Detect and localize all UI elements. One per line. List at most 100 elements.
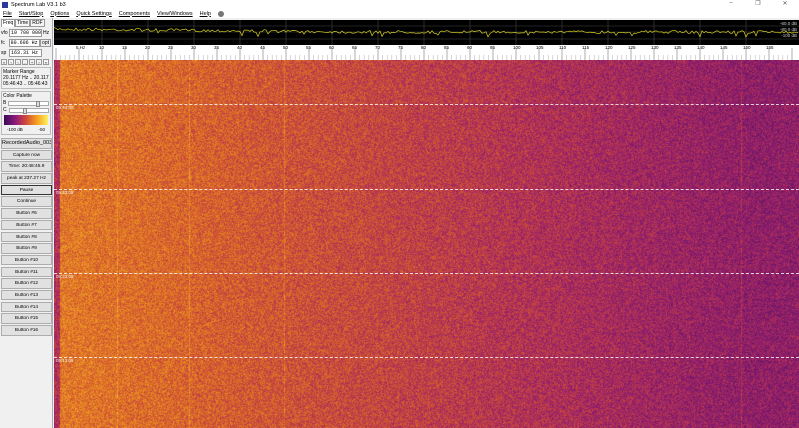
- button-button-13[interactable]: Button #13: [1, 289, 52, 301]
- button-time-20-48-45-9: Time: 20:48:45.9: [1, 161, 52, 172]
- time-gridline: [54, 189, 799, 190]
- ruler-label: 130: [651, 45, 659, 50]
- button-button-7[interactable]: Button #7: [1, 219, 52, 231]
- time-gridline: [54, 273, 799, 274]
- control-panel: Freq Time RDF vfo 10 700 000 Hz fc 80.606 H…: [0, 18, 53, 428]
- ruler-label: 80: [421, 45, 427, 50]
- button-button-11[interactable]: Button #11: [1, 266, 52, 278]
- menu-file[interactable]: File: [3, 11, 12, 17]
- app-icon: [2, 1, 8, 8]
- button-recordedaudio-003[interactable]: RecordedAudio_003.: [1, 138, 52, 149]
- title-bar: Spectrum Lab V3.1 b3 – ❐ ✕: [0, 0, 799, 9]
- spectrum-graph[interactable]: -60.0 dB -80.0 dB -100 dB: [53, 20, 799, 45]
- scroll-far-left-button[interactable]: «: [1, 59, 7, 65]
- button-capture-now[interactable]: Capture now: [1, 149, 52, 161]
- ruler-label: 120: [605, 45, 613, 50]
- step-left-button[interactable]: ‹: [15, 59, 21, 65]
- marker-range-group: Marker Range 20.1177 Hz .. 20.1177 H. 05…: [1, 67, 51, 89]
- button-pause[interactable]: Pause: [1, 184, 52, 196]
- vfo-input[interactable]: 10 700 000: [9, 29, 42, 37]
- ruler-label: 85: [444, 45, 450, 50]
- ruler-label: 90: [467, 45, 473, 50]
- button-button-9[interactable]: Button #9: [1, 243, 52, 254]
- button-button-6[interactable]: Button #6: [1, 208, 52, 219]
- menu-bar: File Start/Stop Options Quick Settings C…: [0, 9, 799, 18]
- ruler-label: 95: [490, 45, 496, 50]
- brightness-slider[interactable]: [8, 100, 49, 107]
- ruler-label: 110: [559, 45, 567, 50]
- tab-freq[interactable]: Freq: [1, 19, 16, 27]
- ruler-label: 55: [306, 45, 312, 50]
- ruler-label: 10: [99, 45, 105, 50]
- button-button-8[interactable]: Button #8: [1, 231, 52, 242]
- tab-time[interactable]: Time: [15, 19, 31, 27]
- palette-min-label: -100 dB: [7, 127, 23, 132]
- time-gridline: [54, 357, 799, 358]
- ruler-label: 115: [582, 45, 590, 50]
- button-button-16[interactable]: Button #16: [1, 325, 52, 336]
- brightness-label: B: [3, 100, 7, 106]
- menu-view-windows[interactable]: View/Windows: [157, 11, 193, 17]
- ruler-label: 135: [674, 45, 682, 50]
- ruler-label: 105: [536, 45, 544, 50]
- ruler-label: 140: [697, 45, 705, 50]
- ruler-label: 15: [122, 45, 128, 50]
- contrast-thumb[interactable]: [23, 107, 28, 114]
- ruler-label: 60: [329, 45, 335, 50]
- ruler-label: 30: [191, 45, 197, 50]
- opt-button[interactable]: opt: [40, 39, 51, 47]
- ruler-label: 75: [398, 45, 404, 50]
- minimize-button[interactable]: –: [720, 0, 742, 9]
- vfo-label: vfo: [1, 30, 8, 36]
- scroll-far-right-button[interactable]: »: [43, 59, 49, 65]
- menu-options[interactable]: Options: [50, 11, 69, 17]
- color-palette-title: Color Palette: [3, 93, 32, 99]
- ruler-label: 155: [766, 45, 774, 50]
- button-button-15[interactable]: Button #15: [1, 313, 52, 324]
- fc-input[interactable]: 80.606 Hz: [8, 39, 41, 47]
- menu-start-stop[interactable]: Start/Stop: [19, 11, 43, 17]
- menu-components[interactable]: Components: [119, 11, 150, 17]
- sp-input[interactable]: 163.31 Hz: [9, 49, 42, 57]
- menu-quick-settings[interactable]: Quick Settings: [76, 11, 111, 17]
- db-label-mid: -80.0 dB: [779, 27, 797, 32]
- zoom-in-button[interactable]: +: [29, 59, 35, 65]
- ruler-label: 100: [513, 45, 521, 50]
- ruler-label: 5 Hz: [76, 45, 86, 50]
- scroll-right-button[interactable]: ›: [36, 59, 42, 65]
- sp-label: sp: [1, 50, 7, 56]
- fc-label: fc: [1, 40, 5, 46]
- button-button-10[interactable]: Button #10: [1, 254, 52, 266]
- tab-rdf[interactable]: RDF: [30, 19, 45, 27]
- ruler-label: 40: [237, 45, 243, 50]
- waterfall-display[interactable]: [54, 60, 799, 428]
- marker-time-range: 05:46:43 .. 05:46:43: [3, 81, 48, 87]
- time-label: 05:23:08: [56, 274, 74, 279]
- ruler-label: 150: [743, 45, 751, 50]
- button-button-14[interactable]: Button #14: [1, 301, 52, 313]
- color-palette-group: Color Palette B C -100 dB -50: [1, 91, 51, 135]
- ruler-label: 25: [168, 45, 174, 50]
- ruler-label: 35: [214, 45, 220, 50]
- maximize-button[interactable]: ❐: [747, 0, 769, 9]
- db-label-top: -60.0 dB: [779, 21, 797, 26]
- zoom-out-button[interactable]: -: [22, 59, 28, 65]
- color-palette-bar: [4, 115, 48, 125]
- window-title: Spectrum Lab V3.1 b3: [11, 1, 66, 8]
- palette-max-label: -50: [38, 127, 45, 132]
- button-button-12[interactable]: Button #12: [1, 278, 52, 289]
- button-continue[interactable]: Continue: [1, 196, 52, 207]
- brightness-thumb[interactable]: [36, 100, 41, 107]
- scroll-left-button[interactable]: ‹: [8, 59, 14, 65]
- frequency-ruler[interactable]: 5 Hz 10 15 20 25 30 35 40 45 50 55 60 65 70 75 80 85 90 95…: [54, 45, 799, 60]
- time-label: 05:13:08: [56, 358, 74, 363]
- status-indicator-icon: [217, 10, 224, 17]
- db-label-bottom: -100 dB: [781, 33, 797, 38]
- ruler-label: 50: [283, 45, 289, 50]
- ruler-label: 20: [145, 45, 151, 50]
- menu-help[interactable]: Help: [200, 11, 211, 17]
- time-gridline: [54, 104, 799, 105]
- button-peak-at-237-27-hz: peak at 237.27 Hz: [1, 173, 52, 184]
- close-button[interactable]: ✕: [774, 0, 796, 9]
- contrast-slider[interactable]: [8, 107, 49, 114]
